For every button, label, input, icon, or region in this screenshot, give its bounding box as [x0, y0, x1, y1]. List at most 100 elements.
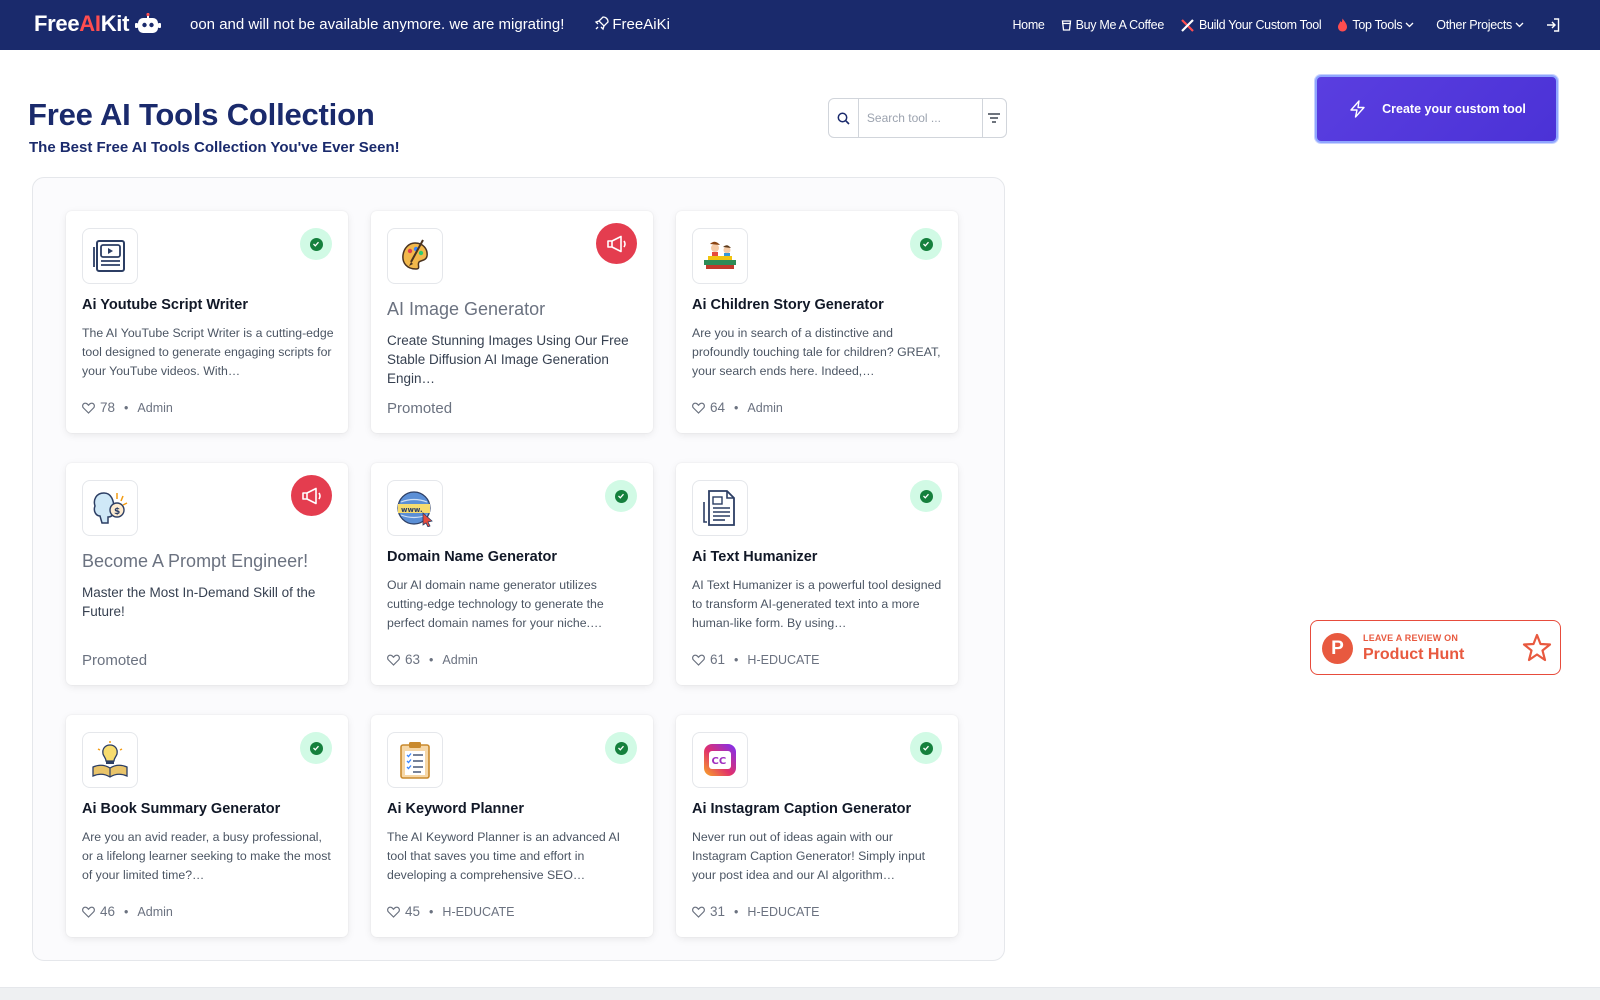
like-count: 78: [100, 400, 116, 415]
tool-description: Create Stunning Images Using Our Free St…: [387, 333, 629, 386]
tool-meta: 61 • H-EDUCATE: [692, 652, 819, 667]
nav-links: Home Buy Me A Coffee Build Your Custom T…: [996, 0, 1560, 50]
tool-author: H-EDUCATE: [747, 652, 820, 667]
nav-build-custom-tool[interactable]: Build Your Custom Tool: [1180, 18, 1322, 33]
like-count: 61: [710, 652, 726, 667]
check-icon: [919, 741, 933, 755]
tool-icon-box: CC: [692, 732, 748, 788]
verified-badge: [910, 228, 942, 260]
tool-card[interactable]: CC Ai Instagram Caption Generator Never …: [676, 715, 958, 937]
marquee-text-2: FreeAiKit i: [612, 16, 670, 33]
tool-card[interactable]: Ai Children Story Generator Are you in s…: [676, 211, 958, 433]
page-subtitle: The Best Free AI Tools Collection You've…: [29, 139, 400, 156]
create-custom-tool-button[interactable]: Create your custom tool: [1315, 75, 1558, 143]
heart-icon[interactable]: [692, 906, 705, 918]
nav-buy-coffee[interactable]: Buy Me A Coffee: [1061, 18, 1164, 32]
tool-author: Admin: [137, 904, 173, 919]
promoted-tool-card[interactable]: AI Image Generator Create Stunning Image…: [371, 211, 653, 433]
tool-meta: 45 • H-EDUCATE: [387, 904, 514, 919]
separator-dot: •: [734, 400, 739, 415]
logo-free: Free: [34, 11, 80, 36]
footer-strip: [0, 987, 1600, 1000]
filter-button[interactable]: [981, 99, 1006, 137]
verified-badge: [300, 228, 332, 260]
top-navbar: Free AI Kit oon and will not be available …: [0, 0, 1600, 50]
tool-title[interactable]: Ai Children Story Generator: [692, 297, 884, 313]
heart-icon[interactable]: [387, 654, 400, 666]
tool-author: H-EDUCATE: [442, 904, 515, 919]
search-input[interactable]: [858, 99, 982, 137]
heart-icon[interactable]: [82, 906, 95, 918]
tool-author: Admin: [747, 400, 783, 415]
star-icon: [1522, 633, 1552, 662]
tool-title[interactable]: AI Image Generator: [387, 299, 545, 320]
tool-icon-box: [82, 228, 138, 284]
nav-top-tools[interactable]: Top Tools: [1337, 18, 1414, 32]
promoted-badge: [291, 475, 332, 516]
promoted-label: Promoted: [82, 652, 148, 669]
tool-icon-box: [692, 228, 748, 284]
nav-other-projects-label: Other Projects: [1436, 18, 1512, 32]
nav-home[interactable]: Home: [1012, 18, 1044, 32]
tool-title[interactable]: Ai Instagram Caption Generator: [692, 801, 911, 817]
tool-description: Are you in search of a distinctive and p…: [692, 326, 941, 378]
filter-icon: [988, 113, 1001, 123]
tool-card[interactable]: www. Domain Name Generator Our AI domain…: [371, 463, 653, 685]
like-count: 63: [405, 652, 421, 667]
check-icon: [614, 741, 628, 755]
heart-icon[interactable]: [692, 402, 705, 414]
brain-dollar-icon: $: [93, 492, 128, 524]
tool-description: The AI Keyword Planner is an advanced AI…: [387, 830, 621, 882]
tool-icon-box: [692, 480, 748, 536]
megaphone-icon: [606, 235, 626, 252]
tool-title[interactable]: Ai Book Summary Generator: [82, 801, 280, 817]
heart-icon[interactable]: [82, 402, 95, 414]
marquee-text: oon and will not be available anymore. w…: [190, 16, 565, 33]
logo[interactable]: Free AI Kit: [34, 11, 162, 37]
svg-text:CC: CC: [712, 756, 727, 767]
separator-dot: •: [734, 904, 739, 919]
svg-text:$: $: [114, 507, 120, 517]
palette-icon: [402, 239, 428, 270]
like-count: 31: [710, 904, 726, 919]
tool-meta: 64 • Admin: [692, 400, 783, 415]
tool-card[interactable]: Ai Youtube Script Writer The AI YouTube …: [66, 211, 348, 433]
chevron-down-icon: [1515, 22, 1524, 28]
promoted-badge: [596, 223, 637, 264]
verified-badge: [605, 480, 637, 512]
search-button[interactable]: [829, 99, 859, 137]
verified-badge: [910, 480, 942, 512]
robot-icon: [135, 13, 162, 33]
product-hunt-label: Product Hunt: [1363, 646, 1465, 663]
lightning-icon: [1350, 100, 1365, 118]
heart-icon[interactable]: [387, 906, 400, 918]
tools-icon: [1181, 18, 1194, 32]
announcement-marquee: oon and will not be available anymore. w…: [190, 15, 670, 37]
tool-card[interactable]: Ai Keyword Planner The AI Keyword Planne…: [371, 715, 653, 937]
svg-text:www.: www.: [401, 506, 423, 514]
product-hunt-badge[interactable]: P LEAVE A REVIEW ON Product Hunt: [1310, 620, 1561, 675]
tool-card[interactable]: Ai Text Humanizer AI Text Humanizer is a…: [676, 463, 958, 685]
tool-card[interactable]: Ai Book Summary Generator Are you an avi…: [66, 715, 348, 937]
promoted-tool-card[interactable]: $ Become A Prompt Engineer! Master the M…: [66, 463, 348, 685]
like-count: 64: [710, 400, 726, 415]
tool-author: Admin: [137, 400, 173, 415]
tool-title[interactable]: Ai Keyword Planner: [387, 801, 524, 817]
tool-author: Admin: [442, 652, 478, 667]
nav-other-projects[interactable]: Other Projects: [1436, 18, 1524, 32]
tool-title[interactable]: Become A Prompt Engineer!: [82, 551, 308, 572]
tool-title[interactable]: Ai Youtube Script Writer: [82, 297, 248, 313]
tool-description: AI Text Humanizer is a powerful tool des…: [692, 578, 942, 630]
promoted-label: Promoted: [387, 400, 453, 417]
separator-dot: •: [124, 400, 129, 415]
tool-title[interactable]: Ai Text Humanizer: [692, 549, 817, 565]
login-icon[interactable]: [1546, 18, 1560, 32]
heart-icon[interactable]: [692, 654, 705, 666]
tool-title[interactable]: Domain Name Generator: [387, 549, 557, 565]
coffee-cup-icon: [1061, 20, 1071, 31]
fire-icon: [1338, 18, 1348, 32]
video-script-icon: [93, 240, 125, 272]
book-idea-icon: [92, 741, 128, 778]
tool-icon-box: www.: [387, 480, 443, 536]
tool-meta: 46 • Admin: [82, 904, 173, 919]
